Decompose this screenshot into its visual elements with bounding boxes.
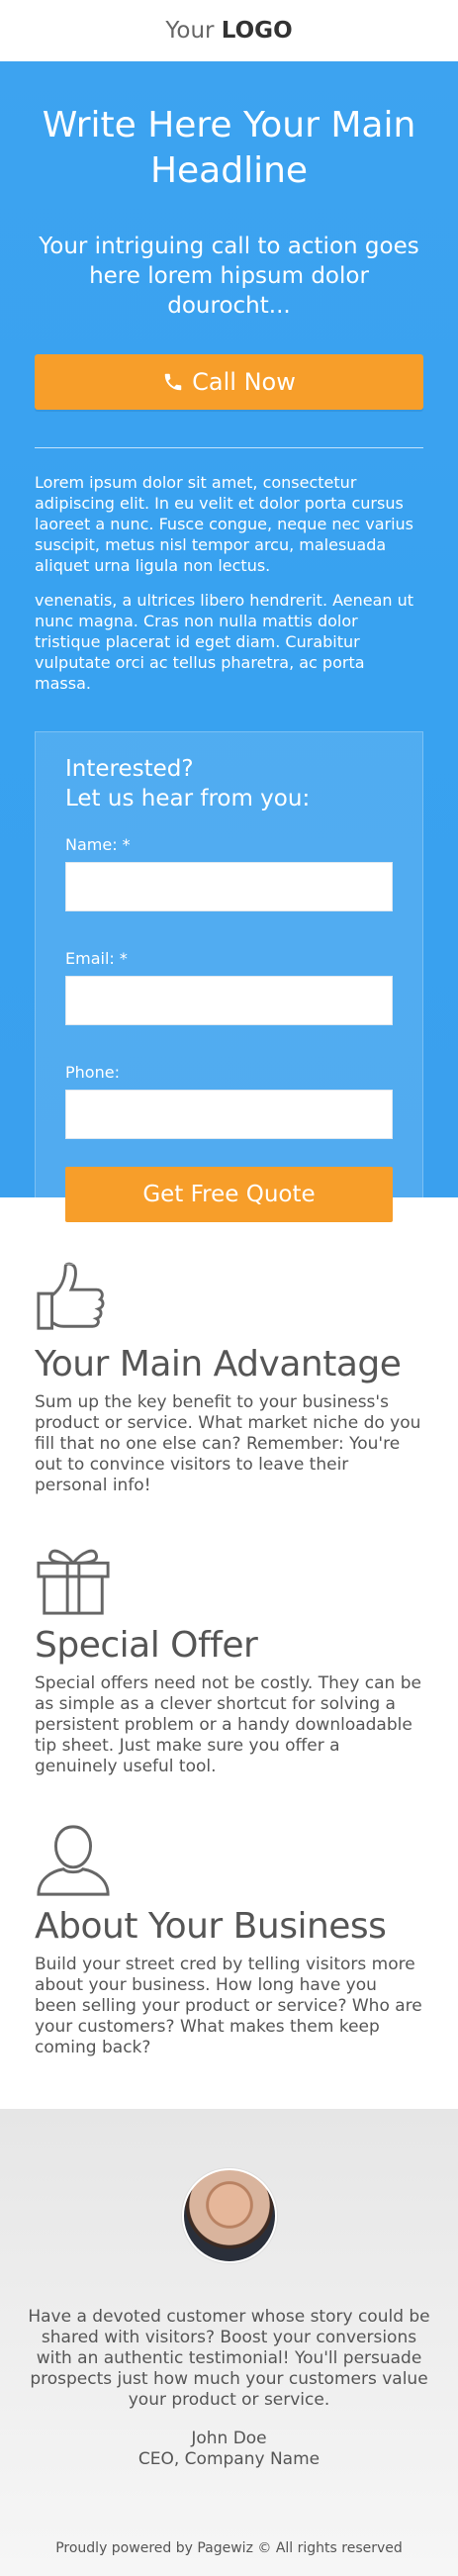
feature-title: About Your Business <box>35 1906 387 1947</box>
feature-main-advantage: Your Main Advantage Sum up the key benef… <box>35 1259 423 1496</box>
form-title-line1: Interested? <box>65 756 194 782</box>
logo-bold: LOGO <box>221 18 293 44</box>
user-icon <box>37 1825 110 1896</box>
subheadline: Your intriguing call to action goes here… <box>39 234 419 319</box>
feature-special-offer: Special Offer Special offers need not be… <box>35 1540 423 1777</box>
privacy-note: Your privacy is paramount - we will not … <box>80 1234 378 1246</box>
form-title: Interested? Let us hear from you: <box>65 754 393 813</box>
testimonial-author: John Doe CEO, Company Name <box>0 2429 458 2470</box>
phone-label: Phone: <box>65 1063 120 1082</box>
logo-prefix: Your <box>165 18 215 44</box>
header-bar: Your LOGO <box>0 0 458 61</box>
logo[interactable]: Your LOGO <box>165 18 292 44</box>
call-now-button[interactable]: Call Now <box>35 354 423 410</box>
hero-section: Write Here Your Main Headline Your intri… <box>0 61 458 1265</box>
feature-text: Sum up the key benefit to your business'… <box>35 1392 421 1495</box>
lead-form: Interested? Let us hear from you: Name: … <box>35 731 423 1265</box>
thumbs-up-icon <box>37 1262 105 1330</box>
gift-icon <box>37 1549 110 1615</box>
feature-about-business: About Your Business Build your street cr… <box>35 1821 423 2058</box>
author-role: CEO, Company Name <box>137 2449 321 2469</box>
author-name: John Doe <box>191 2429 267 2448</box>
features-section: Your Main Advantage Sum up the key benef… <box>0 1197 458 2058</box>
form-title-line2: Let us hear from you: <box>65 786 311 811</box>
email-label: Email: * <box>65 949 128 968</box>
call-now-label: Call Now <box>192 368 296 396</box>
name-input[interactable] <box>65 862 393 911</box>
phone-icon <box>164 373 182 391</box>
hero-divider <box>35 447 423 448</box>
avatar <box>181 2168 277 2263</box>
email-input[interactable] <box>65 976 393 1025</box>
hero-paragraph-2: venenatis, a ultrices libero hendrerit. … <box>35 591 414 693</box>
testimonial-section: Have a devoted customer whose story coul… <box>0 2109 458 2576</box>
phone-input[interactable] <box>65 1090 393 1139</box>
feature-text: Special offers need not be costly. They … <box>35 1673 421 1776</box>
testimonial-quote: Have a devoted customer whose story coul… <box>28 2307 430 2410</box>
hero-paragraph-1: Lorem ipsum dolor sit amet, consectetur … <box>35 473 414 575</box>
feature-title: Your Main Advantage <box>35 1344 402 1384</box>
name-label: Name: * <box>65 835 131 854</box>
feature-title: Special Offer <box>35 1625 258 1666</box>
footer: Proudly powered by Pagewiz © All rights … <box>55 2540 403 2556</box>
main-headline: Write Here Your Main Headline <box>42 105 416 191</box>
feature-text: Build your street cred by telling visito… <box>35 1955 422 2057</box>
get-free-quote-button[interactable]: Get Free Quote <box>65 1167 393 1222</box>
